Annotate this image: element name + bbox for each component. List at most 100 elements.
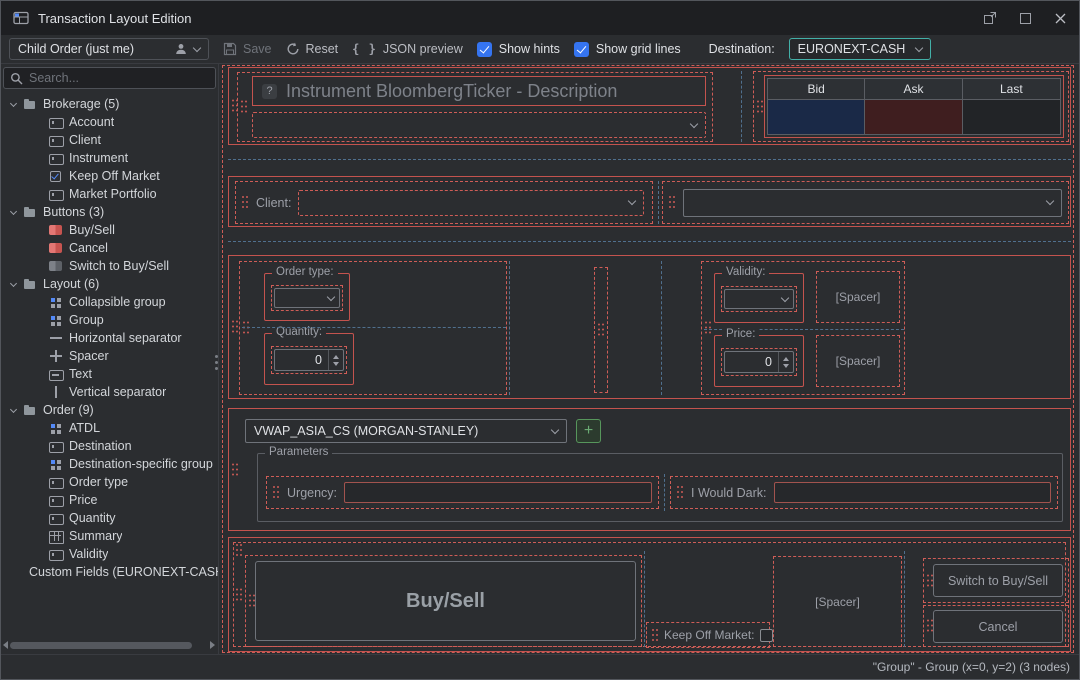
scope-select[interactable]: Child Order (just me) bbox=[9, 38, 209, 60]
price-spinner[interactable]: 0 bbox=[724, 351, 794, 373]
client-field-group[interactable]: Client: bbox=[235, 181, 653, 224]
json-preview-button[interactable]: { } JSON preview bbox=[352, 42, 463, 56]
spacer-element[interactable]: [Spacer] bbox=[816, 271, 900, 323]
unlabeled-combobox[interactable] bbox=[683, 189, 1062, 217]
instrument-row-group[interactable]: ? Instrument BloombergTicker - Descripti… bbox=[228, 67, 1071, 145]
tree-item-account[interactable]: Account bbox=[1, 113, 218, 131]
cancel-button-wrapper[interactable]: Cancel bbox=[923, 605, 1069, 647]
tree-item-spacer[interactable]: Spacer bbox=[1, 347, 218, 365]
tree-item-switch-to-buy-sell[interactable]: Switch to Buy/Sell bbox=[1, 257, 218, 275]
tree-item-horizontal-separator[interactable]: Horizontal separator bbox=[1, 329, 218, 347]
last-column-header[interactable]: Last bbox=[963, 79, 1060, 100]
keep-off-market-group[interactable]: Keep Off Market: bbox=[646, 622, 770, 648]
tree-item-text[interactable]: Text bbox=[1, 365, 218, 383]
tree-item-order-type[interactable]: Order type bbox=[1, 473, 218, 491]
tree-item-destination-specific-group[interactable]: Destination-specific group bbox=[1, 455, 218, 473]
drag-handle-icon[interactable] bbox=[273, 486, 280, 499]
quantity-spinner[interactable]: 0 bbox=[274, 349, 344, 371]
show-grid-lines-checkbox[interactable]: Show grid lines bbox=[574, 42, 681, 57]
urgency-field-group[interactable]: Urgency: bbox=[266, 476, 659, 509]
drag-handle-icon[interactable] bbox=[652, 629, 659, 642]
spacer-element[interactable]: [Spacer] bbox=[816, 335, 900, 387]
validity-combobox[interactable] bbox=[724, 289, 794, 309]
validity-price-group[interactable]: Validity: [Spacer] Price: 0 bbox=[701, 261, 905, 395]
search-input[interactable] bbox=[29, 71, 209, 85]
reset-button[interactable]: Reset bbox=[286, 42, 339, 56]
destination-combobox[interactable]: EURONEXT-CASH bbox=[789, 38, 931, 60]
tree-item-client[interactable]: Client bbox=[1, 131, 218, 149]
order-type-quantity-group[interactable]: Order type: Quantity: 0 bbox=[239, 261, 507, 395]
tree-item-layout-6[interactable]: Layout (6) bbox=[1, 275, 218, 293]
show-hints-checkbox[interactable]: Show hints bbox=[477, 42, 560, 57]
cancel-button[interactable]: Cancel bbox=[933, 610, 1063, 643]
drag-handle-icon[interactable] bbox=[757, 100, 764, 113]
checkbox-checked-icon[interactable] bbox=[477, 42, 492, 57]
chevron-down-icon[interactable] bbox=[10, 279, 17, 286]
save-button[interactable]: Save bbox=[223, 42, 272, 56]
vertical-separator-element[interactable] bbox=[594, 267, 608, 393]
maximize-icon[interactable] bbox=[1019, 12, 1032, 25]
tree-item-collapsible-group[interactable]: Collapsible group bbox=[1, 293, 218, 311]
tree-item-order-9[interactable]: Order (9) bbox=[1, 401, 218, 419]
tree-item-market-portfolio[interactable]: Market Portfolio bbox=[1, 185, 218, 203]
ask-column-header[interactable]: Ask bbox=[865, 79, 962, 100]
tree-item-cancel[interactable]: Cancel bbox=[1, 239, 218, 257]
strategy-group[interactable]: VWAP_ASIA_CS (MORGAN-STANLEY) + Paramete… bbox=[228, 408, 1071, 531]
tree-item-custom-fields-euronext-cash[interactable]: Custom Fields (EURONEXT-CASH) ( bbox=[1, 563, 218, 581]
drag-handle-icon[interactable] bbox=[677, 486, 684, 499]
tree-item-buy-sell[interactable]: Buy/Sell bbox=[1, 221, 218, 239]
drag-handle-icon[interactable] bbox=[236, 544, 243, 557]
scrollbar-track[interactable] bbox=[10, 641, 208, 649]
spacer-element[interactable]: [Spacer] bbox=[773, 556, 902, 647]
drag-handle-icon[interactable] bbox=[242, 196, 249, 209]
scroll-right-icon[interactable] bbox=[210, 641, 215, 649]
tree-item-brokerage-5[interactable]: Brokerage (5) bbox=[1, 95, 218, 113]
checkbox-checked-icon[interactable] bbox=[574, 42, 589, 57]
float-window-icon[interactable] bbox=[983, 11, 997, 25]
tree-item-keep-off-market[interactable]: Keep Off Market bbox=[1, 167, 218, 185]
secondary-field-group[interactable] bbox=[662, 181, 1069, 224]
drag-handle-icon[interactable] bbox=[232, 321, 239, 334]
splitter-handle[interactable] bbox=[215, 355, 218, 358]
client-combobox[interactable] bbox=[298, 190, 644, 216]
order-parameters-group[interactable]: Order type: Quantity: 0 bbox=[228, 255, 1071, 399]
tree-item-quantity[interactable]: Quantity bbox=[1, 509, 218, 527]
tree-item-atdl[interactable]: ATDL bbox=[1, 419, 218, 437]
keep-off-market-checkbox[interactable] bbox=[760, 629, 773, 642]
tree-item-vertical-separator[interactable]: Vertical separator bbox=[1, 383, 218, 401]
tree-item-validity[interactable]: Validity bbox=[1, 545, 218, 563]
actions-group[interactable]: Buy/Sell Keep Off Market: [Spacer] Switc… bbox=[228, 537, 1071, 652]
tree-item-instrument[interactable]: Instrument bbox=[1, 149, 218, 167]
drag-handle-icon[interactable] bbox=[241, 101, 248, 114]
tree-item-destination[interactable]: Destination bbox=[1, 437, 218, 455]
instrument-group[interactable]: ? Instrument BloombergTicker - Descripti… bbox=[237, 72, 713, 142]
chevron-down-icon[interactable] bbox=[10, 207, 17, 214]
i-would-dark-field-group[interactable]: I Would Dark: bbox=[670, 476, 1058, 509]
buy-sell-wrapper[interactable]: Buy/Sell bbox=[245, 555, 642, 647]
chevron-down-icon[interactable] bbox=[10, 405, 17, 412]
urgency-input[interactable] bbox=[344, 482, 652, 503]
bid-column-header[interactable]: Bid bbox=[768, 79, 865, 100]
add-strategy-button[interactable]: + bbox=[576, 419, 601, 443]
drag-handle-icon[interactable] bbox=[236, 588, 243, 601]
close-icon[interactable] bbox=[1054, 12, 1067, 25]
drag-handle-icon[interactable] bbox=[232, 463, 239, 476]
chevron-down-icon[interactable] bbox=[10, 99, 17, 106]
order-type-combobox[interactable] bbox=[274, 288, 340, 308]
tree-item-group[interactable]: Group bbox=[1, 311, 218, 329]
horizontal-scrollbar[interactable] bbox=[1, 640, 217, 650]
scroll-left-icon[interactable] bbox=[3, 641, 8, 649]
tree-item-buttons-3[interactable]: Buttons (3) bbox=[1, 203, 218, 221]
drag-handle-icon[interactable] bbox=[705, 322, 712, 335]
tree-item-price[interactable]: Price bbox=[1, 491, 218, 509]
strategy-combobox[interactable]: VWAP_ASIA_CS (MORGAN-STANLEY) bbox=[245, 419, 567, 443]
spinner-arrows-icon[interactable] bbox=[328, 350, 343, 370]
tree-item-summary[interactable]: Summary bbox=[1, 527, 218, 545]
client-row-group[interactable]: Client: bbox=[228, 176, 1071, 227]
drag-handle-icon[interactable] bbox=[669, 196, 676, 209]
spinner-arrows-icon[interactable] bbox=[778, 352, 793, 372]
drag-handle-icon[interactable] bbox=[243, 322, 250, 335]
instrument-combobox[interactable] bbox=[252, 112, 706, 138]
scrollbar-thumb[interactable] bbox=[10, 642, 192, 649]
switch-button-wrapper[interactable]: Switch to Buy/Sell bbox=[923, 558, 1069, 603]
